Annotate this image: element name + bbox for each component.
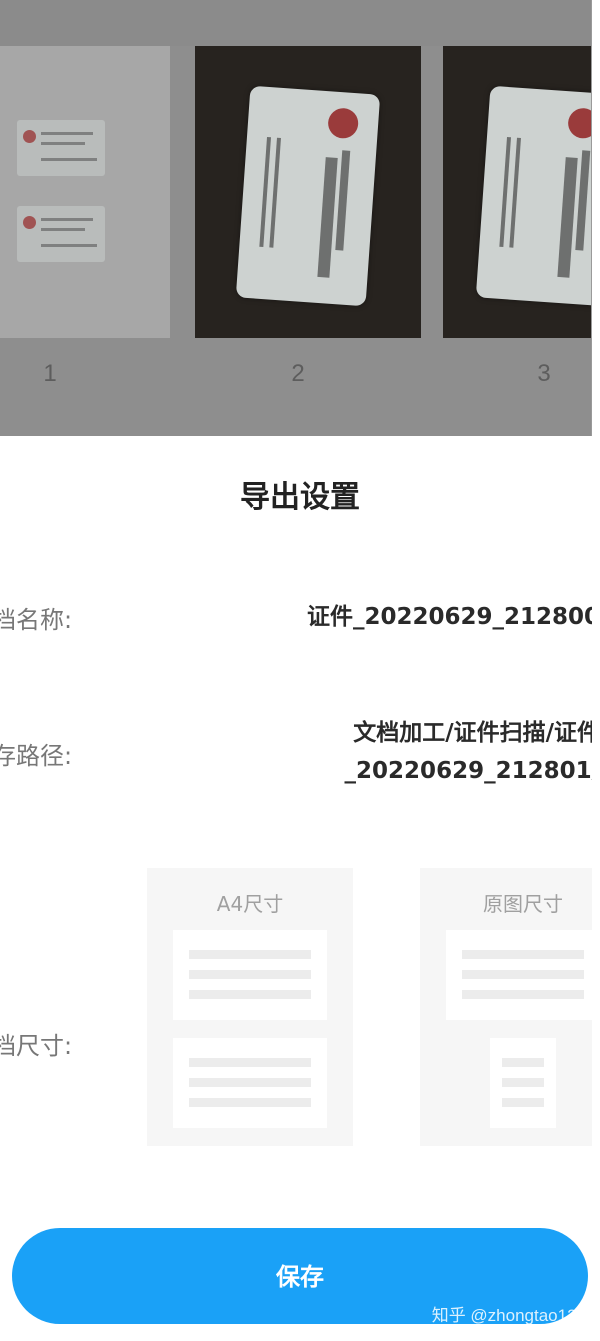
- screen-edge: [592, 0, 600, 1341]
- size-option-original[interactable]: 原图尺寸: [420, 868, 600, 1146]
- page-illustration: [446, 930, 600, 1020]
- page-number-2: 2: [291, 360, 305, 387]
- sheet-title: 导出设置: [240, 480, 360, 515]
- top-bar: [0, 0, 600, 46]
- page-thumbnail-3[interactable]: [443, 46, 593, 338]
- id-card-front-image: [17, 120, 105, 176]
- page-illustration: [173, 930, 327, 1020]
- page-number-3: 3: [537, 360, 551, 387]
- page-thumbnail-2[interactable]: [195, 46, 421, 338]
- doc-name-value[interactable]: 证件_20220629_212800: [307, 600, 600, 634]
- page-preview-strip: 1 2 3: [0, 0, 600, 436]
- save-path-value-line2[interactable]: _20220629_212801/: [345, 754, 600, 788]
- size-option-a4[interactable]: A4尺寸: [147, 868, 353, 1146]
- id-card-photo: [235, 85, 381, 307]
- doc-name-label: 档名称:: [0, 606, 73, 634]
- id-card-back-image: [17, 206, 105, 262]
- page-illustration: [173, 1038, 327, 1128]
- page-thumbnail-1[interactable]: [0, 46, 170, 338]
- save-path-value-line1[interactable]: 文档加工/证件扫描/证件: [353, 716, 600, 750]
- watermark: 知乎 @zhongtao123: [431, 1306, 586, 1325]
- size-option-a4-label: A4尺寸: [216, 892, 284, 916]
- save-path-label: 存路径:: [0, 742, 73, 770]
- doc-size-label: 档尺寸:: [0, 1032, 73, 1060]
- page-illustration: [490, 1038, 556, 1128]
- size-option-original-label: 原图尺寸: [483, 892, 563, 916]
- page-number-1: 1: [43, 360, 57, 387]
- id-card-photo: [475, 85, 593, 307]
